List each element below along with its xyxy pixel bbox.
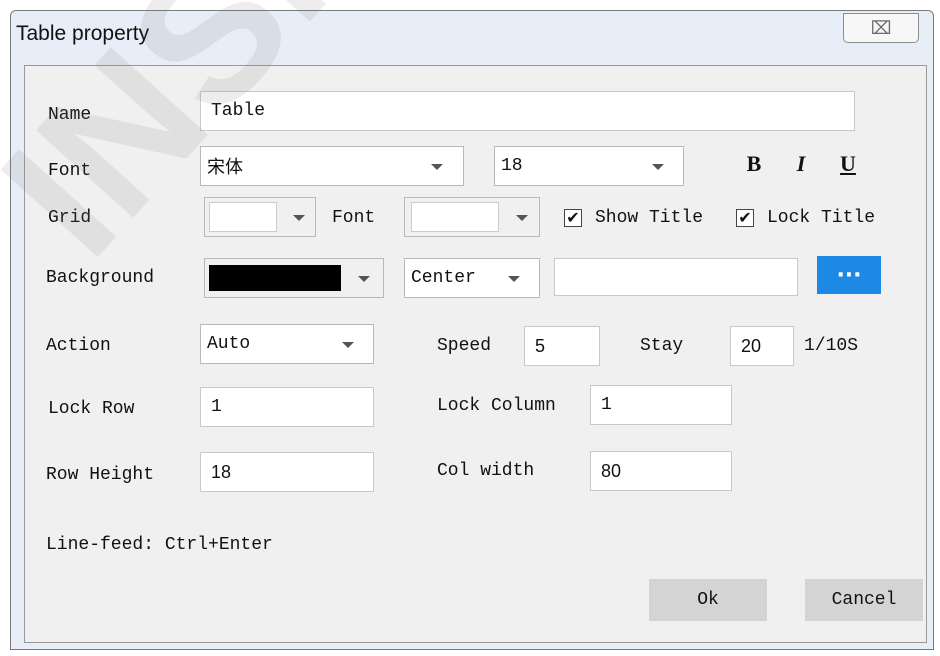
- col-width-label: Col width: [437, 461, 535, 481]
- font-family-value: 宋体: [207, 157, 243, 178]
- italic-button[interactable]: I: [785, 145, 817, 183]
- stay-unit-label: 1/10S: [804, 336, 859, 356]
- grid-color-swatch: [209, 202, 277, 232]
- chevron-down-icon: [516, 215, 528, 221]
- bold-button[interactable]: B: [738, 145, 770, 183]
- chevron-down-icon: [358, 276, 370, 282]
- lock-column-label: Lock Column: [437, 396, 556, 416]
- show-title-checkbox[interactable]: ✔: [564, 209, 582, 227]
- font-family-select[interactable]: 宋体: [200, 146, 464, 186]
- background-image-path-input[interactable]: [554, 258, 798, 296]
- name-input[interactable]: Table: [200, 91, 855, 131]
- background-align-select[interactable]: Center: [404, 258, 540, 298]
- cancel-button[interactable]: Cancel: [805, 579, 923, 621]
- font-label: Font: [48, 161, 92, 181]
- chevron-down-icon: [652, 164, 664, 170]
- lock-row-label: Lock Row: [48, 399, 135, 419]
- grid-label: Grid: [48, 208, 92, 228]
- grid-font-color-swatch: [411, 202, 499, 232]
- speed-input[interactable]: 5: [524, 326, 600, 366]
- grid-font-color-select[interactable]: [404, 197, 540, 237]
- lock-row-input[interactable]: 1: [200, 387, 374, 427]
- action-select[interactable]: Auto: [200, 324, 374, 364]
- row-height-input[interactable]: 18: [200, 452, 374, 492]
- chevron-down-icon: [431, 164, 443, 170]
- close-button[interactable]: ⌧: [843, 13, 919, 43]
- background-align-value: Center: [411, 268, 476, 288]
- lock-column-input[interactable]: 1: [590, 385, 732, 425]
- font-size-select[interactable]: 18: [494, 146, 684, 186]
- stay-input[interactable]: 20: [730, 326, 794, 366]
- background-color-swatch: [209, 265, 341, 291]
- line-feed-hint: Line-feed: Ctrl+Enter: [46, 535, 273, 555]
- chevron-down-icon: [508, 276, 520, 282]
- browse-button[interactable]: ···: [817, 256, 881, 294]
- dialog-title: Table property: [16, 22, 150, 45]
- chevron-down-icon: [342, 342, 354, 348]
- speed-label: Speed: [437, 336, 492, 356]
- row-height-label: Row Height: [46, 465, 155, 485]
- lock-title-checkbox[interactable]: ✔: [736, 209, 754, 227]
- name-label: Name: [48, 105, 92, 125]
- action-label: Action: [46, 336, 111, 356]
- col-width-input[interactable]: 80: [590, 451, 732, 491]
- chevron-down-icon: [293, 215, 305, 221]
- grid-font-label: Font: [332, 208, 376, 228]
- stay-label: Stay: [640, 336, 684, 356]
- grid-color-select[interactable]: [204, 197, 316, 237]
- background-label: Background: [46, 268, 155, 288]
- ok-button[interactable]: Ok: [649, 579, 767, 621]
- action-value: Auto: [207, 334, 251, 354]
- close-icon: ⌧: [870, 17, 892, 39]
- background-color-select[interactable]: [204, 258, 384, 298]
- show-title-label: Show Title: [595, 208, 704, 228]
- lock-title-label: Lock Title: [767, 208, 876, 228]
- font-size-value: 18: [501, 156, 523, 176]
- underline-button[interactable]: U: [832, 145, 864, 183]
